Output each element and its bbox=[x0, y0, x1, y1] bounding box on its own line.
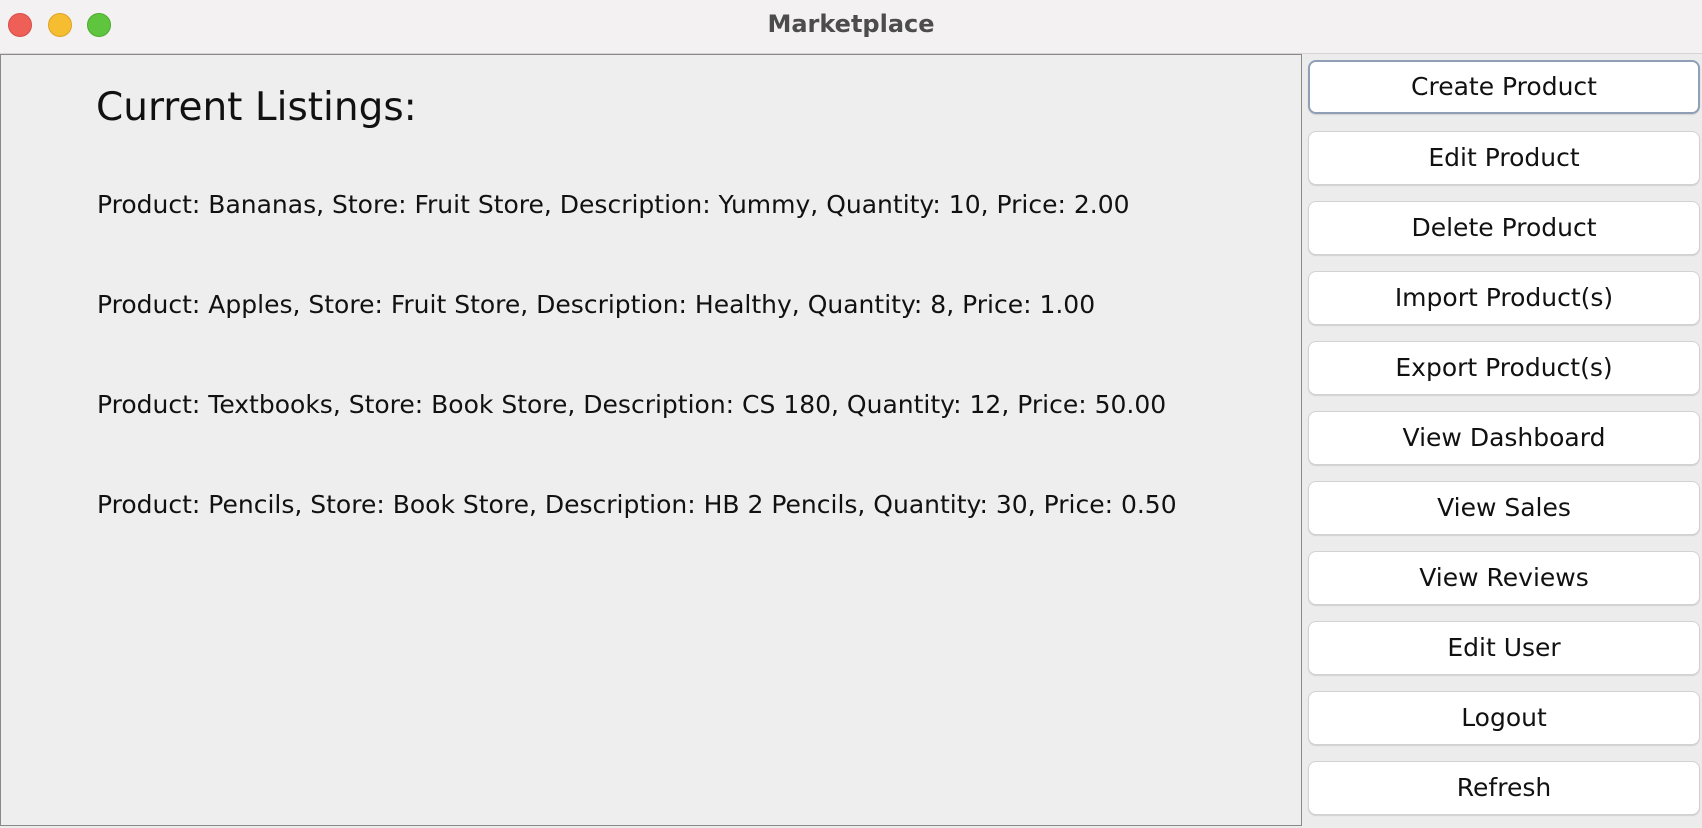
edit-product-button[interactable]: Edit Product bbox=[1308, 131, 1700, 185]
refresh-button[interactable]: Refresh bbox=[1308, 761, 1700, 815]
listing-item: Product: Bananas, Store: Fruit Store, De… bbox=[97, 190, 1130, 219]
view-reviews-button[interactable]: View Reviews bbox=[1308, 551, 1700, 605]
create-product-button[interactable]: Create Product bbox=[1308, 60, 1700, 114]
listings-heading: Current Listings: bbox=[96, 85, 417, 130]
logout-button[interactable]: Logout bbox=[1308, 691, 1700, 745]
edit-user-button[interactable]: Edit User bbox=[1308, 621, 1700, 675]
window-title: Marketplace bbox=[767, 10, 935, 38]
listing-item: Product: Pencils, Store: Book Store, Des… bbox=[97, 490, 1177, 519]
view-sales-button[interactable]: View Sales bbox=[1308, 481, 1700, 535]
listings-panel: Current Listings: Product: Bananas, Stor… bbox=[0, 54, 1302, 826]
import-products-button[interactable]: Import Product(s) bbox=[1308, 271, 1700, 325]
view-dashboard-button[interactable]: View Dashboard bbox=[1308, 411, 1700, 465]
action-sidebar: Create Product Edit Product Delete Produ… bbox=[1302, 54, 1702, 828]
export-products-button[interactable]: Export Product(s) bbox=[1308, 341, 1700, 395]
marketplace-window: Marketplace Current Listings: Product: B… bbox=[0, 0, 1702, 828]
title-bar: Marketplace bbox=[0, 0, 1702, 54]
listing-item: Product: Textbooks, Store: Book Store, D… bbox=[97, 390, 1167, 419]
listing-item: Product: Apples, Store: Fruit Store, Des… bbox=[97, 290, 1096, 319]
delete-product-button[interactable]: Delete Product bbox=[1308, 201, 1700, 255]
